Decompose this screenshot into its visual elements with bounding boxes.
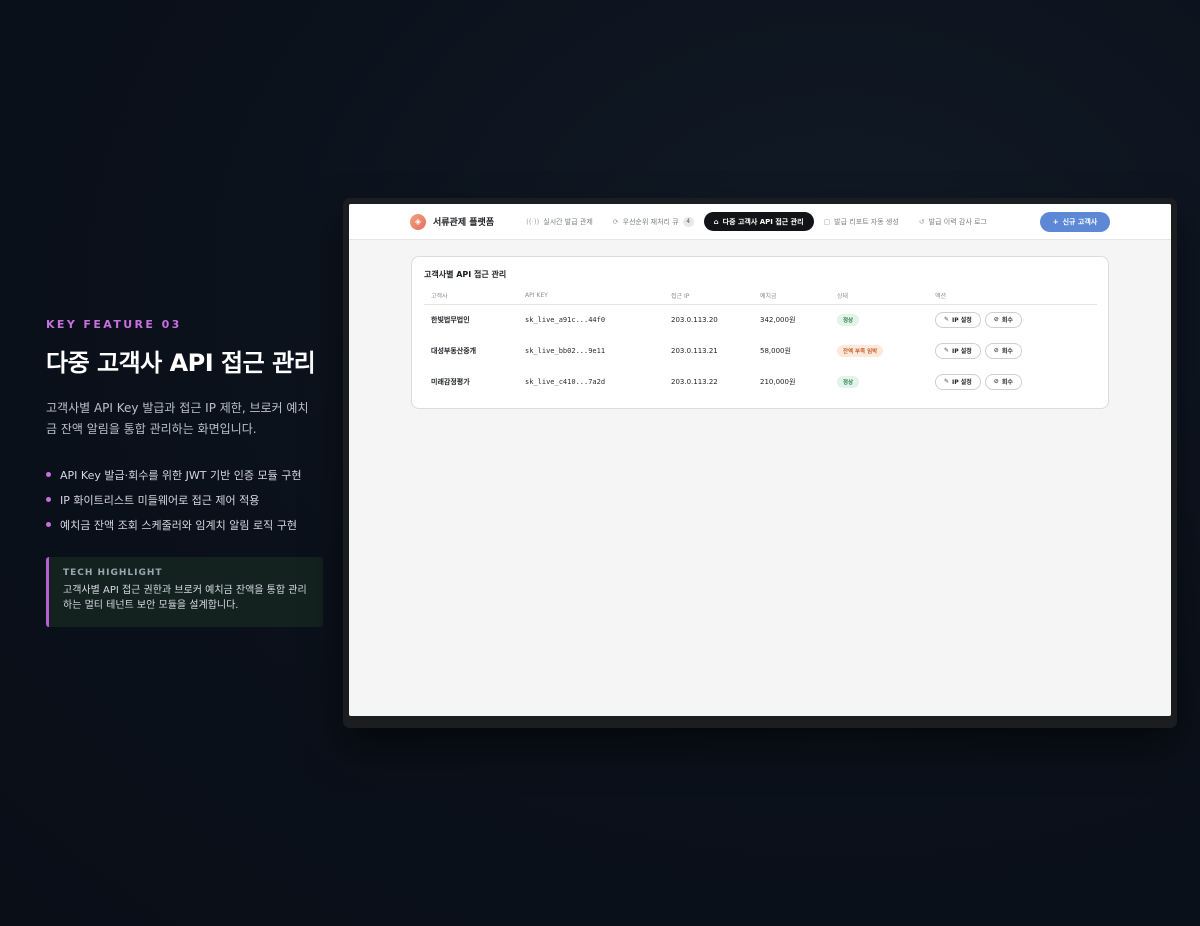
feature-title: 다중 고객사 API 접근 관리 [46, 349, 316, 377]
brand-name: 서류관제 플랫폼 [433, 218, 495, 228]
bullet-item: 예치금 잔액 조회 스케줄러와 임계치 알림 로직 구현 [46, 512, 326, 537]
col-api-key: API KEY [518, 288, 664, 305]
shield-logo-icon: ◈ [410, 213, 426, 230]
api-key-value: sk_live_bb02...9e11 [525, 346, 606, 355]
ip-settings-button[interactable]: ✎ IP 설정 [935, 342, 981, 359]
signal-icon: ((·)) [526, 217, 540, 226]
feature-bullets: API Key 발급·회수를 위한 JWT 기반 인증 모듈 구현 IP 화이트… [46, 462, 326, 537]
nav-tab-retry-queue[interactable]: ⟳ 우선순위 재처리 큐 4 [603, 212, 704, 231]
ip-value: 203.0.113.21 [671, 346, 718, 355]
bullet-item: API Key 발급·회수를 위한 JWT 기반 인증 모듈 구현 [46, 462, 326, 487]
tech-highlight-text: 고객사별 API 접근 권한과 브로커 예치금 잔액을 통합 관리하는 멀티 테… [63, 585, 307, 611]
add-client-button[interactable]: + 신규 고객사 [1040, 212, 1110, 232]
row-actions: ✎ IP 설정 ⊘ 회수 [935, 342, 1097, 359]
ban-icon: ⊘ [993, 316, 999, 324]
status-badge: 정상 [837, 313, 860, 326]
deposit-value: 210,000원 [760, 377, 796, 386]
bullet-dot-icon [46, 522, 51, 527]
building-icon: ⌂ [713, 217, 719, 226]
brand[interactable]: ◈ 서류관제 플랫폼 [410, 213, 495, 230]
api-access-card: 고객사별 API 접근 관리 고객사 API KEY 접근 IP 예치금 상태 … [411, 256, 1109, 409]
col-actions: 액션 [928, 288, 1097, 305]
top-nav: ◈ 서류관제 플랫폼 ((·)) 실시간 발급 관제 ⟳ 우선순위 재처리 큐 … [349, 204, 1171, 240]
document-icon: ▢ [823, 217, 831, 226]
plus-icon: + [1052, 218, 1059, 226]
pencil-icon: ✎ [944, 378, 950, 385]
ban-icon: ⊘ [993, 378, 999, 385]
nav-tab-api-access[interactable]: ⌂ 다중 고객사 API 접근 관리 [703, 212, 814, 231]
feature-panel: KEY FEATURE 03 다중 고객사 API 접근 관리 고객사별 API… [46, 318, 326, 627]
client-table: 고객사 API KEY 접근 IP 예치금 상태 액션 한빛법무법인 sk_li… [424, 288, 1097, 397]
revoke-button[interactable]: ⊘ 회수 [984, 342, 1022, 359]
feature-description: 고객사별 API Key 발급과 접근 IP 제한, 브로커 예치금 잔액 알림… [46, 401, 309, 436]
revoke-button[interactable]: ⊘ 회수 [984, 311, 1022, 328]
nav-tab-realtime[interactable]: ((·)) 실시간 발급 관제 [516, 212, 603, 231]
table-row: 한빛법무법인 sk_live_a91c...44f0 203.0.113.20 … [424, 304, 1097, 335]
ip-value: 203.0.113.22 [671, 377, 718, 386]
table-header-row: 고객사 API KEY 접근 IP 예치금 상태 액션 [424, 288, 1097, 305]
deposit-value: 342,000원 [760, 315, 796, 324]
pencil-icon: ✎ [944, 347, 950, 354]
app-screen: ◈ 서류관제 플랫폼 ((·)) 실시간 발급 관제 ⟳ 우선순위 재처리 큐 … [349, 204, 1171, 716]
ip-settings-button[interactable]: ✎ IP 설정 [935, 311, 981, 328]
table-row: 미래감정평가 sk_live_c410...7a2d 203.0.113.22 … [424, 366, 1097, 397]
tech-highlight-title: TECH HIGHLIGHT [63, 568, 163, 578]
col-deposit: 예치금 [753, 288, 830, 305]
col-client: 고객사 [424, 288, 518, 305]
feature-eyebrow: KEY FEATURE 03 [46, 318, 182, 331]
nav-tab-report[interactable]: ▢ 발급 리포트 자동 생성 [814, 212, 909, 231]
tech-highlight: TECH HIGHLIGHT 고객사별 API 접근 권한과 브로커 예치금 잔… [46, 557, 323, 627]
table-row: 대성부동산중개 sk_live_bb02...9e11 203.0.113.21… [424, 335, 1097, 366]
bullet-dot-icon [46, 497, 51, 502]
history-icon: ↺ [918, 217, 925, 226]
bullet-item: IP 화이트리스트 미들웨어로 접근 제어 적용 [46, 487, 326, 512]
api-key-value: sk_live_c410...7a2d [525, 377, 606, 386]
ban-icon: ⊘ [993, 347, 999, 354]
row-actions: ✎ IP 설정 ⊘ 회수 [935, 373, 1097, 390]
deposit-value: 58,000원 [760, 346, 791, 355]
col-status: 상태 [830, 288, 928, 305]
client-name: 미래감정평가 [431, 377, 470, 386]
client-name: 대성부동산중개 [431, 346, 477, 355]
status-badge: 잔액 부족 임박 [837, 344, 884, 357]
ip-settings-button[interactable]: ✎ IP 설정 [935, 373, 981, 390]
client-name: 한빛법무법인 [431, 315, 470, 324]
laptop-frame: ◈ 서류관제 플랫폼 ((·)) 실시간 발급 관제 ⟳ 우선순위 재처리 큐 … [343, 198, 1177, 728]
api-key-value: sk_live_a91c...44f0 [525, 315, 606, 324]
card-title: 고객사별 API 접근 관리 [424, 270, 507, 279]
pencil-icon: ✎ [944, 316, 950, 324]
refresh-icon: ⟳ [612, 217, 619, 226]
ip-value: 203.0.113.20 [671, 315, 718, 324]
row-actions: ✎ IP 설정 ⊘ 회수 [935, 311, 1097, 328]
status-badge: 정상 [837, 375, 860, 388]
revoke-button[interactable]: ⊘ 회수 [984, 373, 1022, 390]
bullet-dot-icon [46, 472, 51, 477]
queue-count-badge: 4 [682, 216, 694, 227]
nav-tab-audit-log[interactable]: ↺ 발급 이력 감사 로그 [909, 212, 997, 231]
col-ip: 접근 IP [664, 288, 753, 305]
